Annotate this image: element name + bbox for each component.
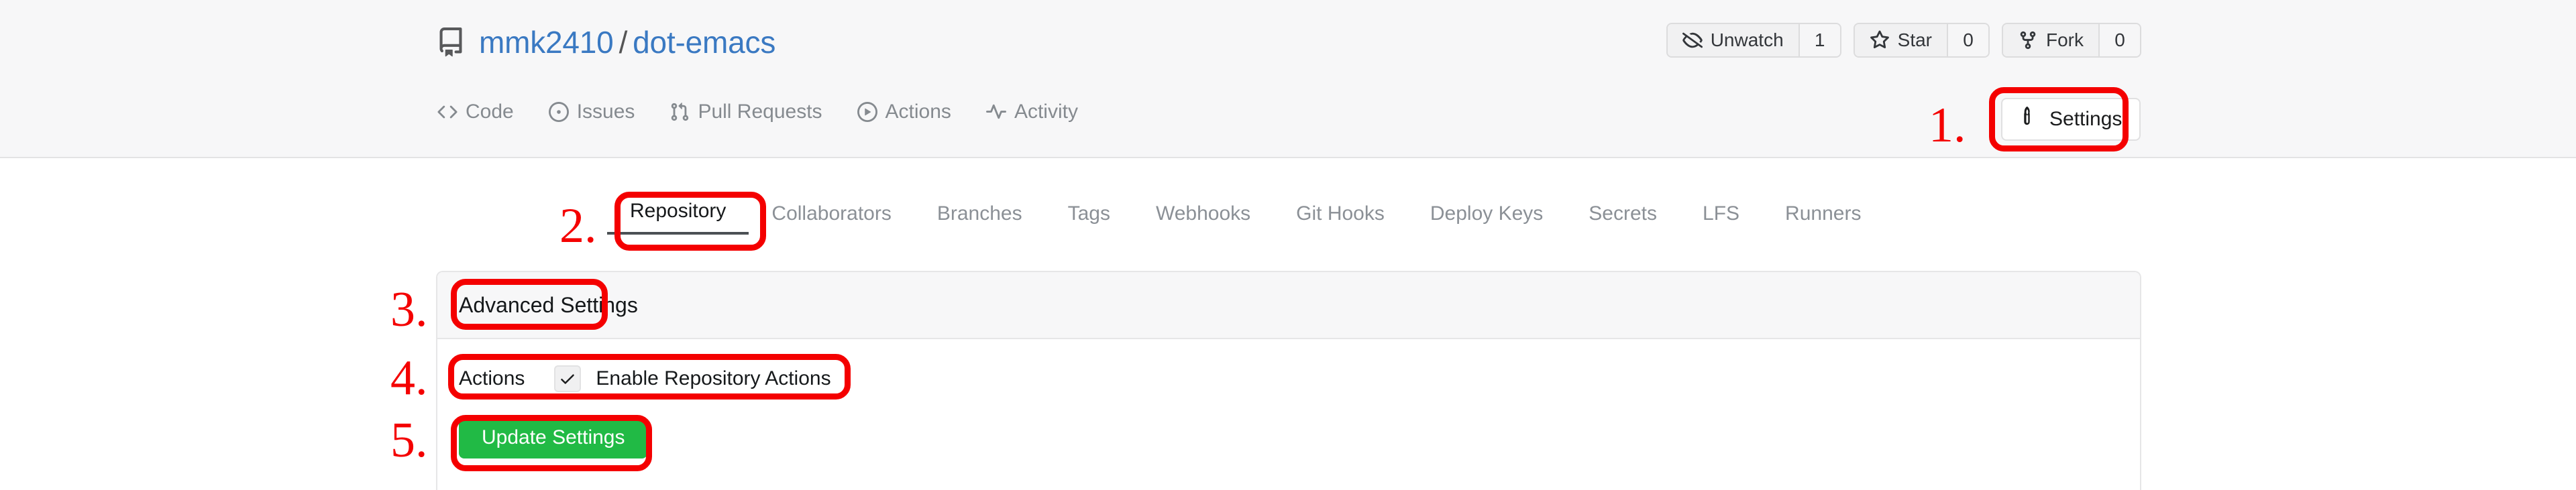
annotation-number-2: 2. (559, 198, 597, 253)
subtab-git-hooks[interactable]: Git Hooks (1273, 202, 1407, 235)
star-icon (1870, 30, 1890, 50)
repo-header-band: mmk2410 / dot-emacs Unwatch 1 Star 0 For… (0, 0, 2576, 158)
repo-breadcrumb: mmk2410 / dot-emacs (436, 24, 775, 60)
subtab-runners[interactable]: Runners (1762, 202, 1884, 235)
enable-repository-actions-checkbox[interactable] (554, 365, 582, 392)
star-button[interactable]: Star (1854, 24, 1947, 56)
tab-pull-requests[interactable]: Pull Requests (669, 101, 822, 123)
tab-code-label: Code (466, 101, 514, 123)
repository-book-icon (436, 27, 466, 57)
star-button-group[interactable]: Star 0 (1853, 23, 1990, 58)
actions-field-label: Actions (459, 367, 525, 389)
subtab-deploy-keys[interactable]: Deploy Keys (1407, 202, 1566, 235)
page-title: mmk2410 / dot-emacs (479, 24, 775, 60)
subtab-repository[interactable]: Repository (607, 200, 749, 235)
code-icon (437, 102, 458, 122)
advanced-settings-panel: Advanced Settings Actions Enable Reposit… (436, 271, 2141, 490)
tab-pull-requests-label: Pull Requests (698, 101, 822, 123)
advanced-settings-title: Advanced Settings (459, 292, 638, 317)
fork-icon (2018, 30, 2038, 50)
tab-actions[interactable]: Actions (857, 101, 951, 123)
tab-actions-label: Actions (885, 101, 951, 123)
tab-issues-label: Issues (576, 101, 635, 123)
pulse-icon (985, 102, 1006, 122)
play-circle-icon (857, 102, 877, 122)
settings-subtabs: Repository Collaborators Branches Tags W… (607, 200, 1884, 235)
repo-action-buttons: Unwatch 1 Star 0 Fork 0 (1666, 23, 2141, 58)
annotation-number-4: 4. (390, 351, 428, 406)
star-label: Star (1897, 29, 1932, 50)
issue-opened-icon (548, 102, 569, 122)
advanced-settings-panel-header: Advanced Settings (437, 272, 2140, 339)
subtab-lfs[interactable]: LFS (1680, 202, 1762, 235)
subtab-branches[interactable]: Branches (914, 202, 1045, 235)
subtab-secrets[interactable]: Secrets (1566, 202, 1680, 235)
fork-button-group[interactable]: Fork 0 (2002, 23, 2141, 58)
wrench-icon (2020, 107, 2040, 132)
enable-repository-actions-label: Enable Repository Actions (596, 367, 831, 389)
unwatch-button[interactable]: Unwatch (1667, 24, 1799, 56)
subtab-collaborators[interactable]: Collaborators (749, 202, 914, 235)
tab-code[interactable]: Code (437, 101, 514, 123)
tab-issues[interactable]: Issues (548, 101, 635, 123)
fork-count[interactable]: 0 (2098, 24, 2140, 56)
git-pull-request-icon (669, 102, 690, 122)
eye-slash-icon (1682, 30, 1703, 50)
fork-button[interactable]: Fork (2003, 24, 2098, 56)
settings-button-label: Settings (2049, 108, 2123, 130)
annotation-number-3: 3. (390, 282, 428, 337)
enable-actions-field-row: Actions Enable Repository Actions (459, 363, 2118, 394)
tab-activity[interactable]: Activity (985, 101, 1078, 123)
annotation-number-5: 5. (390, 413, 428, 468)
watch-count[interactable]: 1 (1798, 24, 1840, 56)
unwatch-label: Unwatch (1710, 29, 1784, 50)
star-count[interactable]: 0 (1947, 24, 1988, 56)
repo-owner-link[interactable]: mmk2410 (479, 24, 614, 60)
advanced-settings-panel-body: Actions Enable Repository Actions Update… (437, 339, 2140, 458)
settings-button[interactable]: Settings (2001, 98, 2141, 141)
update-settings-button[interactable]: Update Settings (459, 417, 648, 458)
gitea-repo-settings-screenshot: mmk2410 / dot-emacs Unwatch 1 Star 0 For… (0, 0, 2576, 490)
subtab-webhooks[interactable]: Webhooks (1133, 202, 1273, 235)
tab-activity-label: Activity (1014, 101, 1078, 123)
enable-repository-actions-checkbox-wrap[interactable]: Enable Repository Actions (554, 365, 831, 392)
unwatch-button-group[interactable]: Unwatch 1 (1666, 23, 1841, 58)
fork-label: Fork (2046, 29, 2084, 50)
repo-nav-tabs: Code Issues Pull Requests Actions Activi… (437, 101, 1078, 123)
repo-separator: / (619, 25, 628, 60)
checkmark-icon (561, 374, 575, 384)
subtab-tags[interactable]: Tags (1045, 202, 1133, 235)
repo-name-link[interactable]: dot-emacs (633, 24, 775, 60)
